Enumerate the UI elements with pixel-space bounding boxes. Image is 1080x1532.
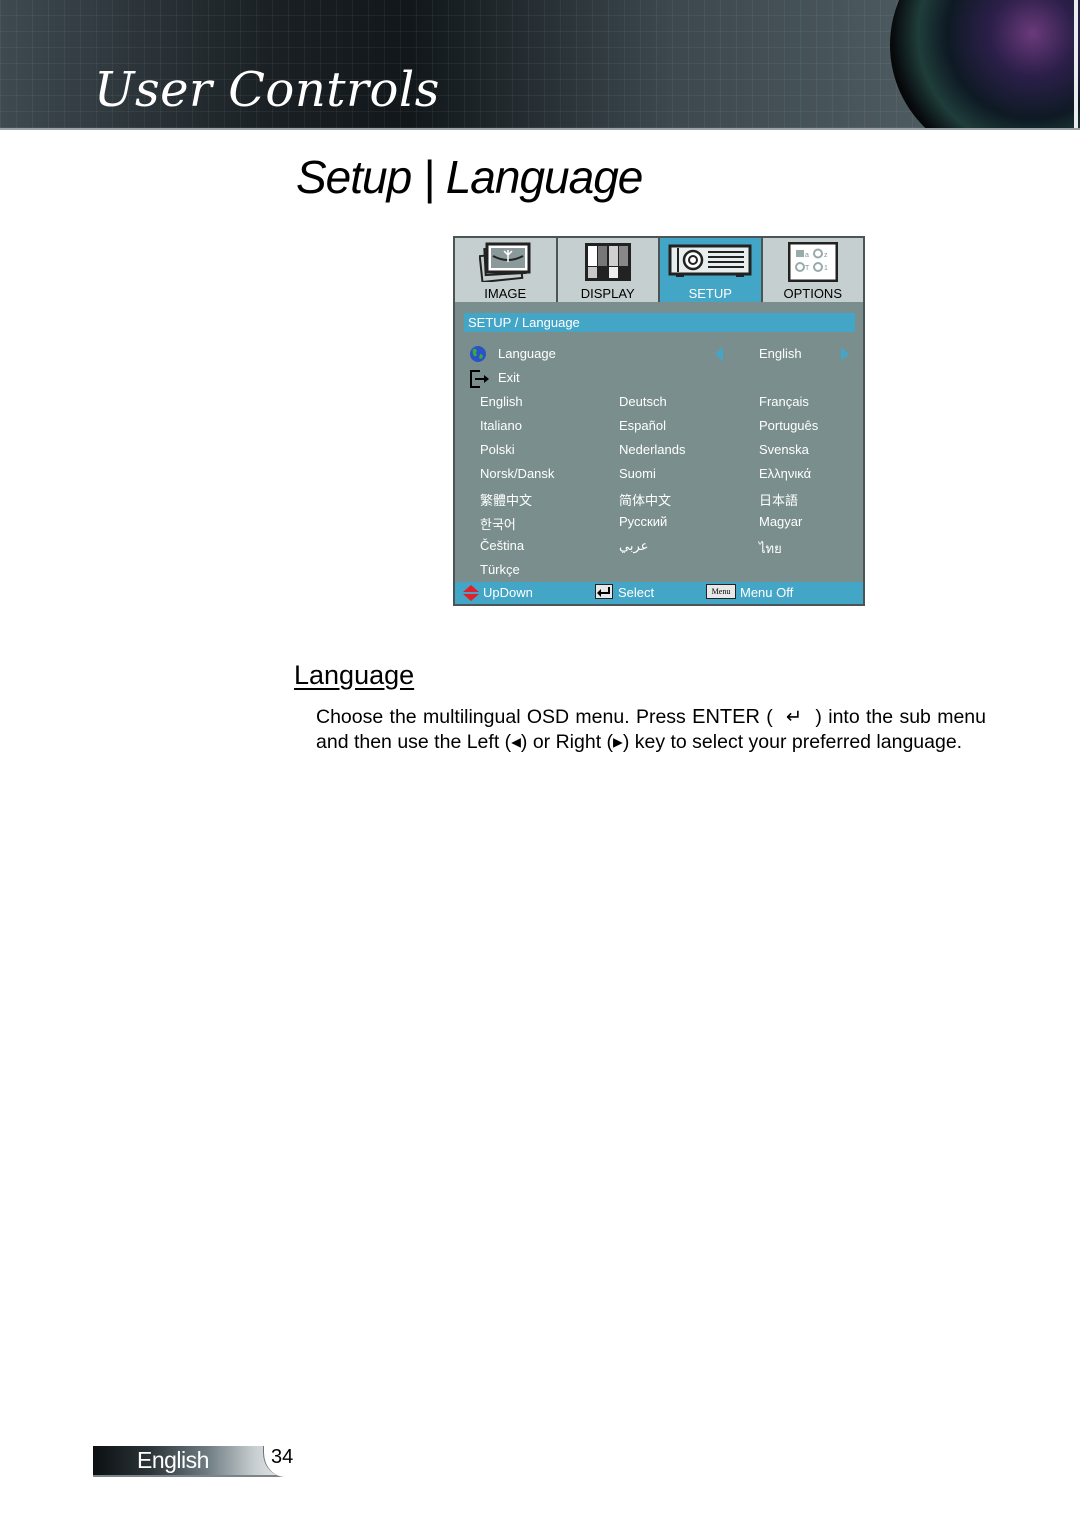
svg-text:z: z [824, 252, 828, 259]
display-icon [584, 243, 631, 281]
language-option[interactable]: Polski [480, 442, 515, 457]
language-option[interactable]: 한국어 [480, 514, 516, 533]
svg-text:1: 1 [824, 265, 828, 272]
language-option[interactable]: Italiano [480, 418, 522, 433]
svg-text:a: a [805, 252, 809, 259]
header-banner: User Controls [0, 0, 1080, 130]
language-option[interactable]: Nederlands [619, 442, 686, 457]
page-number: 34 [271, 1446, 294, 1468]
updown-arrow-icon [463, 585, 479, 601]
footer-menu-off: Menu Off [740, 585, 794, 600]
footer-language: English [137, 1447, 209, 1473]
exit-icon [470, 370, 489, 388]
language-option[interactable]: Ελληνικά [759, 466, 811, 481]
language-option[interactable]: ไทย [759, 538, 782, 559]
section-body: Choose the multilingual OSD menu. Press … [316, 705, 986, 755]
projector-icon [668, 244, 752, 277]
body-text-1: Choose the multilingual OSD menu. Press [316, 706, 693, 728]
tab-label: OPTIONS [783, 286, 842, 301]
tab-image[interactable]: IMAGE [455, 238, 558, 302]
language-option[interactable]: English [480, 394, 523, 409]
globe-icon [470, 346, 486, 362]
language-option[interactable]: Deutsch [619, 394, 667, 409]
arrow-left-icon[interactable] [715, 347, 723, 361]
image-icon [479, 242, 531, 282]
section-heading: Language [294, 660, 415, 690]
exit-label: Exit [498, 370, 520, 385]
language-option[interactable]: Magyar [759, 514, 802, 529]
exit-row[interactable]: Exit [455, 367, 863, 389]
language-option[interactable]: Čeština [480, 538, 524, 553]
enter-icon: ↵ [785, 706, 803, 728]
osd-menu: IMAGE DISPLAY SETUP a z T 1 OPTIONS SETU… [453, 236, 865, 606]
svg-text:T: T [805, 265, 810, 272]
language-option[interactable]: Русский [619, 514, 667, 529]
osd-breadcrumb: SETUP / Language [464, 313, 855, 332]
tab-options[interactable]: a z T 1 OPTIONS [762, 238, 863, 302]
language-option[interactable]: Español [619, 418, 666, 433]
language-option[interactable]: Türkçe [480, 562, 520, 577]
language-option[interactable]: Suomi [619, 466, 656, 481]
footer-updown: UpDown [483, 585, 533, 600]
banner-edge [1074, 0, 1078, 128]
language-option[interactable]: Svenska [759, 442, 809, 457]
language-row[interactable]: Language English [455, 343, 863, 365]
arrow-right-icon[interactable] [841, 347, 849, 361]
tab-label: SETUP [688, 286, 732, 301]
osd-tab-bar: IMAGE DISPLAY SETUP a z T 1 OPTIONS [455, 238, 863, 302]
body-text-2: ( [759, 706, 780, 728]
language-value: English [759, 346, 802, 361]
lens-graphic [890, 0, 1080, 128]
language-option[interactable]: 日本語 [759, 490, 798, 509]
language-option[interactable]: عربي [619, 538, 648, 554]
enter-key-icon [595, 584, 613, 599]
language-option[interactable]: 简体中文 [619, 490, 671, 509]
options-icon: a z T 1 [787, 242, 838, 282]
tab-label: DISPLAY [580, 286, 635, 301]
osd-footer: UpDown Select Menu Menu Off [455, 582, 863, 604]
language-option[interactable]: 繁體中文 [480, 490, 532, 509]
language-label: Language [498, 346, 556, 361]
language-option[interactable]: Norsk/Dansk [480, 466, 554, 481]
language-option[interactable]: Português [759, 418, 818, 433]
tab-display[interactable]: DISPLAY [557, 238, 660, 302]
footer-select: Select [618, 585, 655, 600]
section-title: User Controls [94, 62, 440, 118]
menu-key-icon: Menu [706, 584, 736, 599]
enter-label: ENTER [692, 706, 760, 728]
tab-label: IMAGE [484, 286, 527, 301]
tab-setup[interactable]: SETUP [660, 238, 763, 302]
language-option[interactable]: Français [759, 394, 809, 409]
page-title: Setup | Language [296, 151, 643, 203]
